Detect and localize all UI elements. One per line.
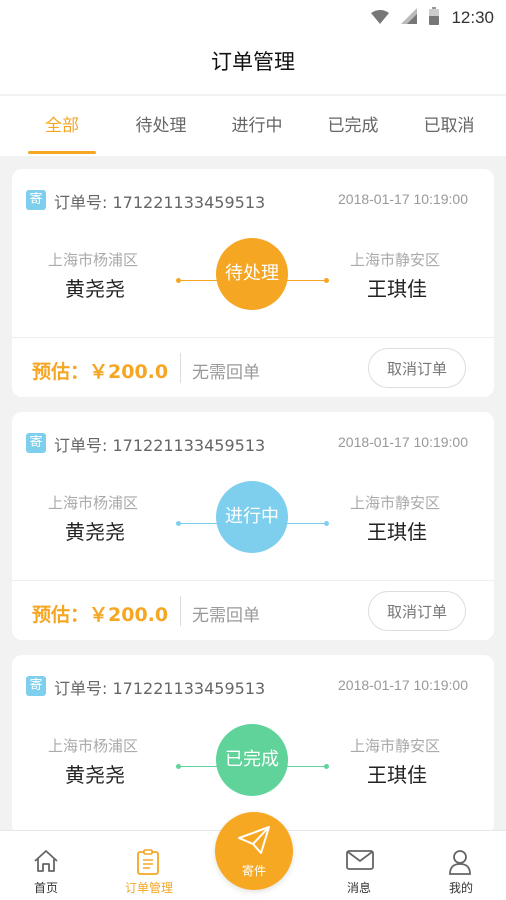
nav-orders-label: 订单管理 xyxy=(124,881,173,895)
nav-orders[interactable]: 订单管理 xyxy=(104,831,194,900)
order-card[interactable]: 寄 订单号: 171221133459513 2018-01-17 10:19:… xyxy=(12,412,494,640)
price-estimate: 预估：￥200.0 xyxy=(32,361,169,383)
status-bar: 12:30 xyxy=(0,0,506,34)
paper-plane-icon xyxy=(238,826,270,854)
route-dot-end xyxy=(324,278,329,283)
tab-pending[interactable]: 待处理 xyxy=(122,96,200,156)
order-time: 2018-01-17 10:19:00 xyxy=(338,677,468,693)
order-time: 2018-01-17 10:19:00 xyxy=(338,191,468,207)
order-number: 订单号: 171221133459513 xyxy=(54,679,266,698)
nav-messages-label: 消息 xyxy=(346,881,371,895)
order-number: 订单号: 171221133459513 xyxy=(54,436,266,455)
nav-mine[interactable]: 我的 xyxy=(416,831,506,900)
user-icon xyxy=(449,850,471,875)
status-icons: 12:30 xyxy=(371,7,494,29)
status-completed: 已完成 xyxy=(216,724,288,796)
order-card[interactable]: 寄 订单号: 171221133459513 2018-01-17 10:19:… xyxy=(12,655,494,835)
sender-name: 黄尧尧 xyxy=(65,520,125,544)
route-dot-start xyxy=(176,278,181,283)
status-pending: 待处理 xyxy=(216,238,288,310)
route-dot-start xyxy=(176,521,181,526)
nav-mine-label: 我的 xyxy=(448,881,473,895)
tab-cancelled[interactable]: 已取消 xyxy=(410,96,488,156)
tab-all[interactable]: 全部 xyxy=(26,96,98,156)
receiver-city: 上海市静安区 xyxy=(350,494,441,512)
home-icon xyxy=(34,850,58,872)
nav-home[interactable]: 首页 xyxy=(1,831,91,900)
receiver-name: 王琪佳 xyxy=(367,277,427,301)
order-header: 寄 订单号: 171221133459513 2018-01-17 10:19:… xyxy=(12,412,494,472)
tab-indicator xyxy=(28,151,96,154)
status-in-progress: 进行中 xyxy=(216,481,288,553)
route-dot-end xyxy=(324,764,329,769)
receipt-note: 无需回单 xyxy=(192,363,260,383)
receiver-name: 王琪佳 xyxy=(367,520,427,544)
sender-name: 黄尧尧 xyxy=(65,763,125,787)
sender-name: 黄尧尧 xyxy=(65,277,125,301)
order-card[interactable]: 寄 订单号: 171221133459513 2018-01-17 10:19:… xyxy=(12,169,494,397)
order-route: 上海市杨浦区 黄尧尧 进行中 上海市静安区 王琪佳 xyxy=(12,472,494,580)
receipt-note: 无需回单 xyxy=(192,606,260,626)
send-badge: 寄 xyxy=(26,190,46,210)
page-title: 订单管理 xyxy=(211,50,295,74)
receiver-city: 上海市静安区 xyxy=(350,251,441,269)
route-dot-end xyxy=(324,521,329,526)
footer-divider xyxy=(180,596,181,626)
status-time: 12:30 xyxy=(451,8,494,27)
order-tabs: 全部 待处理 进行中 已完成 已取消 xyxy=(0,96,506,156)
receiver-name: 王琪佳 xyxy=(367,763,427,787)
order-header: 寄 订单号: 171221133459513 2018-01-17 10:19:… xyxy=(12,655,494,715)
sender-city: 上海市杨浦区 xyxy=(48,494,139,512)
order-footer: 预估：￥200.0 无需回单 取消订单 xyxy=(12,337,494,397)
send-package-button[interactable]: 寄件 xyxy=(215,812,293,890)
sender-city: 上海市杨浦区 xyxy=(48,251,139,269)
price-estimate: 预估：￥200.0 xyxy=(32,604,169,626)
tab-in-progress[interactable]: 进行中 xyxy=(218,96,296,156)
order-route: 上海市杨浦区 黄尧尧 已完成 上海市静安区 王琪佳 xyxy=(12,715,494,823)
order-footer: 预估：￥200.0 无需回单 取消订单 xyxy=(12,580,494,640)
receiver-city: 上海市静安区 xyxy=(350,737,441,755)
send-label: 寄件 xyxy=(241,864,266,878)
nav-messages[interactable]: 消息 xyxy=(314,831,404,900)
cancel-order-button[interactable]: 取消订单 xyxy=(368,591,466,631)
clipboard-icon xyxy=(137,849,159,875)
send-badge: 寄 xyxy=(26,433,46,453)
sender-city: 上海市杨浦区 xyxy=(48,737,139,755)
title-bar: 订单管理 xyxy=(0,34,506,94)
order-route: 上海市杨浦区 黄尧尧 待处理 上海市静安区 王琪佳 xyxy=(12,229,494,337)
order-number: 订单号: 171221133459513 xyxy=(54,193,266,212)
mail-icon xyxy=(346,850,374,870)
send-badge: 寄 xyxy=(26,676,46,696)
order-time: 2018-01-17 10:19:00 xyxy=(338,434,468,450)
signal-icon xyxy=(401,8,418,28)
nav-home-label: 首页 xyxy=(33,881,58,895)
wifi-icon xyxy=(371,9,390,28)
cancel-order-button[interactable]: 取消订单 xyxy=(368,348,466,388)
order-header: 寄 订单号: 171221133459513 2018-01-17 10:19:… xyxy=(12,169,494,229)
tab-completed[interactable]: 已完成 xyxy=(314,96,392,156)
route-dot-start xyxy=(176,764,181,769)
battery-icon xyxy=(429,7,440,29)
footer-divider xyxy=(180,353,181,383)
